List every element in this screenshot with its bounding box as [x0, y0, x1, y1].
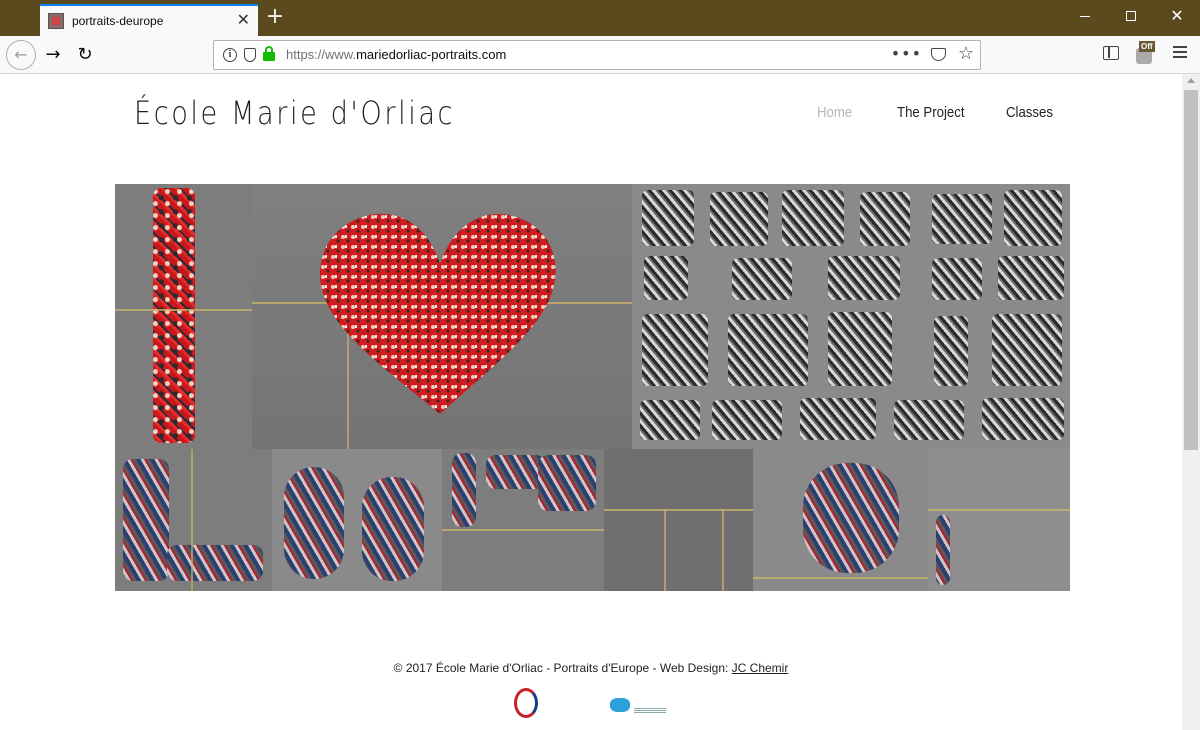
children-group	[452, 453, 476, 527]
court-line	[442, 529, 604, 531]
letter-group	[894, 400, 964, 440]
pocket-icon[interactable]	[931, 48, 946, 61]
favicon-icon	[48, 13, 64, 29]
photo-bottom-6	[928, 449, 1070, 591]
aefe-logo[interactable]	[610, 690, 670, 718]
photo-bottom-3	[442, 449, 604, 591]
photo-heart	[252, 184, 632, 449]
vertical-scrollbar[interactable]	[1182, 74, 1200, 730]
scroll-up-icon[interactable]	[1187, 78, 1195, 83]
heart-shape	[320, 213, 556, 414]
minimize-button[interactable]	[1062, 0, 1108, 34]
letter-group	[860, 192, 910, 246]
letter-group	[800, 398, 876, 440]
new-tab-button[interactable]: +	[262, 6, 288, 30]
bookmark-star-icon[interactable]: ☆	[958, 43, 974, 64]
photo-bottom-5	[753, 449, 928, 591]
letter-group	[710, 192, 768, 246]
nav-home[interactable]: Home	[817, 104, 852, 121]
letter-group	[642, 314, 708, 386]
photo-letter-i	[115, 184, 252, 449]
children-group	[284, 467, 344, 579]
letter-group	[640, 400, 700, 440]
letter-group	[728, 314, 808, 386]
court-line	[604, 509, 753, 511]
close-window-button[interactable]: ✕	[1154, 0, 1200, 34]
photo-mosaic	[115, 184, 1070, 591]
letter-group	[782, 190, 844, 246]
court-line	[664, 509, 666, 591]
extension-icon[interactable]: Off	[1136, 40, 1158, 66]
extension-badge: Off	[1139, 41, 1155, 52]
forward-button[interactable]: →	[38, 40, 68, 70]
court-line	[115, 309, 252, 311]
footer-copyright: © 2017 École Marie d'Orliac - Portraits …	[0, 661, 1182, 675]
lycee-logo[interactable]	[514, 688, 594, 720]
scrollbar-thumb[interactable]	[1184, 90, 1198, 450]
page-actions-icon[interactable]: •••	[891, 44, 922, 63]
browser-toolbar: ← → ↻ i https://www.mariedorliac-portrai…	[0, 36, 1200, 74]
footer-credit-link[interactable]: JC Chemir	[732, 661, 789, 675]
photo-bottom-2	[272, 449, 442, 591]
address-bar[interactable]: i https://www.mariedorliac-portraits.com…	[213, 40, 981, 70]
minimize-icon	[1080, 15, 1090, 17]
children-group	[936, 515, 950, 585]
maximize-button[interactable]	[1108, 0, 1154, 34]
browser-tab[interactable]: portraits-deurope ✕	[40, 4, 258, 36]
children-group	[803, 463, 899, 573]
letter-group	[1004, 190, 1062, 246]
photo-bottom-4	[604, 449, 753, 591]
footer-text: © 2017 École Marie d'Orliac - Portraits …	[393, 661, 732, 675]
url-domain: mariedorliac-portraits.com	[356, 47, 507, 62]
hamburger-menu-icon[interactable]	[1173, 46, 1187, 60]
lock-icon	[263, 46, 275, 61]
children-group	[123, 459, 169, 581]
reload-button[interactable]: ↻	[70, 40, 100, 70]
letter-group	[828, 312, 892, 386]
sidebar-toggle-icon[interactable]	[1103, 46, 1119, 60]
tab-close-icon[interactable]: ✕	[237, 11, 250, 29]
site-info-icon[interactable]: i	[223, 48, 237, 62]
tracking-shield-icon[interactable]	[244, 48, 256, 62]
browser-titlebar: portraits-deurope ✕ + ✕	[0, 0, 1200, 36]
photo-bw-letters	[632, 184, 1070, 449]
letter-group	[732, 258, 792, 300]
globe-icon	[610, 698, 630, 712]
back-button[interactable]: ←	[6, 40, 36, 70]
page-viewport: École Marie d'Orliac Home The Project Cl…	[0, 74, 1182, 730]
lycee-swirl-icon	[514, 688, 538, 718]
children-group	[362, 477, 424, 581]
url-text[interactable]: https://www.mariedorliac-portraits.com	[286, 47, 506, 62]
nav-classes[interactable]: Classes	[1006, 104, 1053, 121]
court-line	[928, 509, 1070, 511]
photo-bottom-1	[115, 449, 272, 591]
letter-group	[998, 256, 1064, 300]
children-group	[153, 188, 195, 443]
letter-group	[644, 256, 688, 300]
letter-group	[828, 256, 900, 300]
children-group	[538, 455, 596, 511]
tab-title: portraits-deurope	[72, 14, 164, 28]
letter-group	[982, 398, 1064, 440]
url-prefix: https://www.	[286, 47, 357, 62]
letter-group	[642, 190, 694, 246]
court-line	[191, 449, 193, 591]
maximize-icon	[1126, 11, 1136, 21]
aefe-subtext	[634, 708, 666, 714]
letter-group	[712, 400, 782, 440]
court-line	[753, 577, 928, 579]
court-line	[722, 509, 724, 591]
nav-the-project[interactable]: The Project	[897, 104, 964, 121]
site-title[interactable]: École Marie d'Orliac	[134, 94, 455, 132]
letter-group	[932, 194, 992, 244]
letter-group	[934, 316, 968, 386]
letter-group	[992, 314, 1062, 386]
children-group	[167, 545, 263, 581]
letter-group	[932, 258, 982, 300]
children-group	[486, 455, 546, 489]
